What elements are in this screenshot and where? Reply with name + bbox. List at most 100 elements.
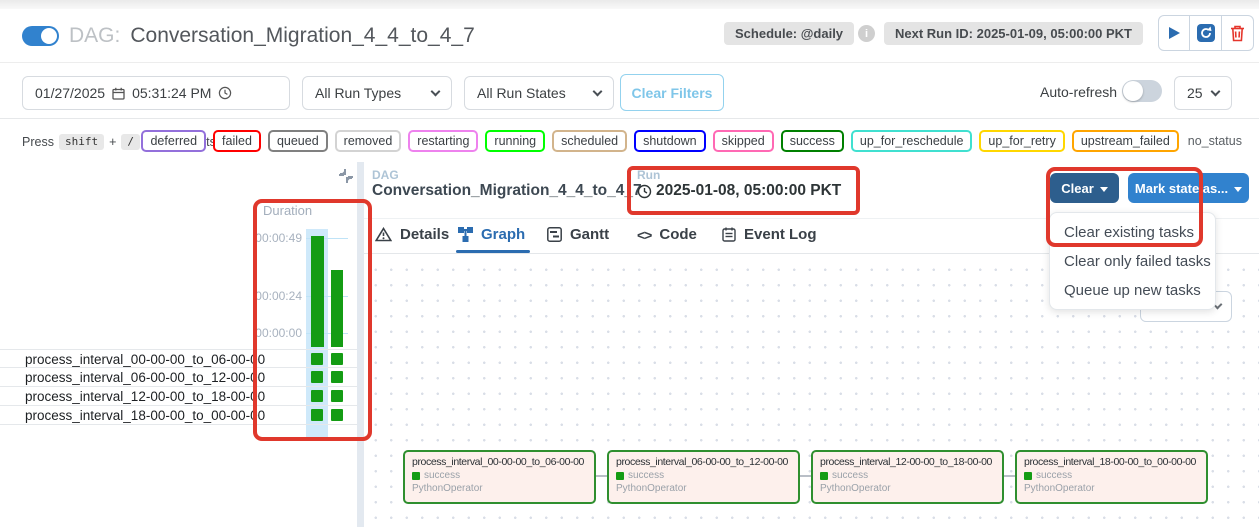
task-instance-square[interactable] <box>331 353 343 365</box>
panel-divider[interactable] <box>357 162 364 527</box>
legend-running[interactable]: running <box>485 130 545 152</box>
clock-icon <box>218 86 232 100</box>
task-instance-square[interactable] <box>331 390 343 402</box>
task-instance-square[interactable] <box>331 409 343 421</box>
tab-graph[interactable]: Graph <box>458 226 525 243</box>
run-types-select[interactable]: All Run Types <box>302 76 452 110</box>
top-strip <box>0 0 1259 9</box>
legend-up-for-retry[interactable]: up_for_retry <box>979 130 1064 152</box>
page-size-select[interactable]: 25 <box>1174 76 1232 110</box>
dag-action-buttons <box>1158 15 1254 51</box>
task-instance-square[interactable] <box>311 353 323 365</box>
event-log-icon <box>722 227 736 242</box>
refresh-dag-button[interactable] <box>1190 15 1222 51</box>
dag-pause-toggle[interactable] <box>22 26 59 46</box>
calendar-icon <box>112 87 125 100</box>
chevron-down-icon <box>1211 86 1221 96</box>
legend-queued[interactable]: queued <box>268 130 328 152</box>
auto-refresh-label: Auto-refresh <box>1040 84 1117 100</box>
task-name[interactable]: process_interval_00-00-00_to_06-00-00 <box>25 352 265 367</box>
info-icon[interactable]: i <box>858 25 875 42</box>
gantt-icon <box>547 227 562 242</box>
legend-upstream-failed[interactable]: upstream_failed <box>1072 130 1179 152</box>
task-name[interactable]: process_interval_12-00-00_to_18-00-00 <box>25 389 265 404</box>
graph-node-1[interactable]: process_interval_00-00-00_to_06-00-00 su… <box>403 450 596 504</box>
auto-refresh-toggle[interactable] <box>1122 80 1162 102</box>
legend-no-status[interactable]: no_status <box>1186 132 1244 150</box>
run-states-value: All Run States <box>477 85 566 101</box>
tab-event-log[interactable]: Event Log <box>722 226 817 243</box>
legend-failed[interactable]: failed <box>213 130 261 152</box>
time-value[interactable]: 05:31:24 PM <box>132 85 211 101</box>
menu-item-clear-failed[interactable]: Clear only failed tasks <box>1050 247 1215 276</box>
legend-success[interactable]: success <box>781 130 844 152</box>
legend-up-for-reschedule[interactable]: up_for_reschedule <box>851 130 973 152</box>
task-edge <box>596 475 607 477</box>
legend-restarting[interactable]: restarting <box>408 130 478 152</box>
task-instance-square[interactable] <box>311 390 323 402</box>
task-instance-square[interactable] <box>331 371 343 383</box>
graph-node-3[interactable]: process_interval_12-00-00_to_18-00-00 su… <box>811 450 1004 504</box>
menu-item-queue-new[interactable]: Queue up new tasks <box>1050 276 1215 305</box>
node-operator: PythonOperator <box>616 483 791 494</box>
run-states-select[interactable]: All Run States <box>464 76 614 110</box>
slash-key-chip: / <box>121 134 140 150</box>
task-instance-square[interactable] <box>311 409 323 421</box>
tab-label: Graph <box>481 226 525 243</box>
run-datetime-input[interactable]: 01/27/2025 05:31:24 PM <box>22 76 290 110</box>
shift-key-chip: shift <box>59 134 104 150</box>
run-duration-bar-1[interactable] <box>311 236 324 347</box>
page-size-value: 25 <box>1187 85 1203 101</box>
clear-filters-button[interactable]: Clear Filters <box>620 74 724 111</box>
legend-scheduled[interactable]: scheduled <box>552 130 627 152</box>
trigger-dag-button[interactable] <box>1158 15 1190 51</box>
collapse-grid-icon[interactable] <box>336 166 356 186</box>
clear-button-label: Clear <box>1061 181 1094 196</box>
dag-header: DAG: Conversation_Migration_4_4_to_4_7 <box>22 24 475 48</box>
play-icon <box>1168 26 1181 40</box>
task-name[interactable]: process_interval_18-00-00_to_00-00-00 <box>25 408 265 423</box>
axis-tick-49: 00:00:49 <box>238 231 302 245</box>
legend-removed[interactable]: removed <box>335 130 402 152</box>
task-instance-grid: process_interval_00-00-00_to_06-00-00 pr… <box>0 349 357 425</box>
node-state: success <box>628 470 664 481</box>
legend-skipped[interactable]: skipped <box>713 130 774 152</box>
task-name[interactable]: process_interval_06-00-00_to_12-00-00 <box>25 370 265 385</box>
date-value[interactable]: 01/27/2025 <box>35 85 105 101</box>
table-row: process_interval_00-00-00_to_06-00-00 <box>0 349 357 368</box>
menu-item-clear-existing[interactable]: Clear existing tasks <box>1050 218 1215 247</box>
trash-icon <box>1230 25 1245 42</box>
clock-icon <box>637 184 652 199</box>
tab-gantt[interactable]: Gantt <box>547 226 609 243</box>
chevron-down-icon <box>593 86 603 96</box>
graph-icon <box>458 227 473 242</box>
clear-button[interactable]: Clear <box>1050 173 1119 203</box>
delete-dag-button[interactable] <box>1222 15 1254 51</box>
airflow-dag-page: DAG: Conversation_Migration_4_4_to_4_7 S… <box>0 0 1259 527</box>
tab-code[interactable]: <> Code <box>637 226 697 243</box>
node-title: process_interval_18-00-00_to_00-00-00 <box>1024 456 1199 468</box>
dag-prefix-label: DAG: <box>69 24 120 48</box>
mark-state-button[interactable]: Mark state as... <box>1128 173 1249 203</box>
task-instance-square[interactable] <box>311 371 323 383</box>
graph-node-4[interactable]: process_interval_18-00-00_to_00-00-00 su… <box>1015 450 1208 504</box>
active-tab-underline <box>456 250 530 253</box>
tab-details[interactable]: Details <box>375 226 449 243</box>
legend-deferred[interactable]: deferred <box>141 130 206 152</box>
success-square-icon <box>820 472 828 480</box>
next-run-badge: Next Run ID: 2025-01-09, 05:00:00 PKT <box>884 22 1143 45</box>
run-types-value: All Run Types <box>315 85 401 101</box>
duration-axis-label: Duration <box>263 203 312 218</box>
dag-section-label: DAG <box>372 168 399 182</box>
graph-node-2[interactable]: process_interval_06-00-00_to_12-00-00 su… <box>607 450 800 504</box>
status-legend: deferred failed queued removed restartin… <box>141 130 1244 152</box>
tab-label: Event Log <box>744 226 817 243</box>
success-square-icon <box>616 472 624 480</box>
node-title: process_interval_00-00-00_to_06-00-00 <box>412 456 587 468</box>
dag-name-breadcrumb[interactable]: Conversation_Migration_4_4_to_4_7 <box>372 182 642 200</box>
tab-label: Code <box>659 226 697 243</box>
task-edge <box>800 475 811 477</box>
run-id-breadcrumb[interactable]: 2025-01-08, 05:00:00 PKT <box>637 182 841 200</box>
run-duration-bar-2[interactable] <box>331 270 343 347</box>
legend-shutdown[interactable]: shutdown <box>634 130 706 152</box>
